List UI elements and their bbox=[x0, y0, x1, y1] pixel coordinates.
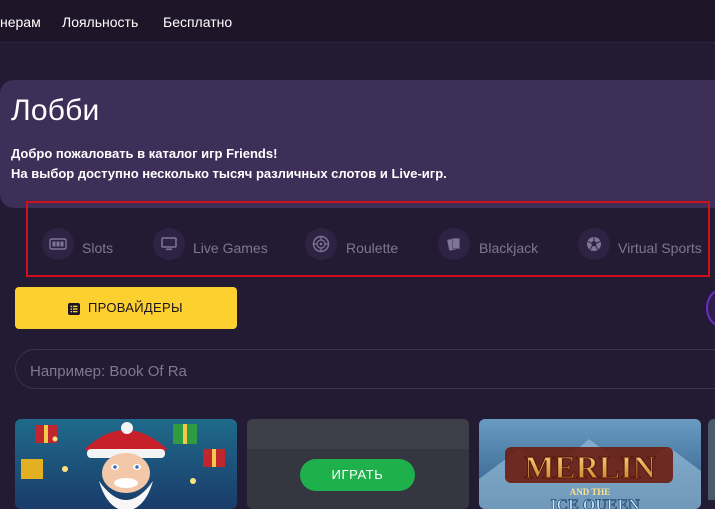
search-box bbox=[15, 349, 715, 389]
catalog-description: На выбор доступно несколько тысяч различ… bbox=[11, 166, 447, 181]
merlin-logo-queen: ICE QUEEN bbox=[550, 497, 640, 509]
merlin-game-artwork: MERLIN AND THE ICE QUEEN bbox=[479, 419, 701, 509]
nav-link-partners[interactable]: нерам bbox=[0, 14, 41, 30]
providers-label: ПРОВАЙДЕРЫ bbox=[88, 300, 183, 315]
next-game-tile-edge[interactable] bbox=[708, 419, 715, 500]
top-navigation: нерам Лояльность Бесплатно bbox=[0, 0, 715, 43]
play-button[interactable]: ИГРАТЬ bbox=[300, 459, 415, 491]
game-tile-merlin[interactable]: MERLIN AND THE ICE QUEEN bbox=[479, 419, 701, 509]
merlin-logo-title: MERLIN bbox=[524, 449, 656, 485]
santa-game-artwork bbox=[15, 419, 237, 509]
highlight-frame bbox=[26, 201, 710, 277]
search-input[interactable] bbox=[28, 359, 692, 383]
merlin-logo-sub: AND THE bbox=[570, 487, 611, 497]
providers-button[interactable]: ПРОВАЙДЕРЫ bbox=[15, 287, 237, 329]
filter-toggle-button[interactable] bbox=[706, 289, 715, 327]
list-icon bbox=[68, 302, 80, 315]
welcome-text: Добро пожаловать в каталог игр Friends! bbox=[11, 146, 278, 161]
lobby-banner: Лобби Добро пожаловать в каталог игр Fri… bbox=[0, 80, 715, 208]
nav-link-free[interactable]: Бесплатно bbox=[163, 14, 232, 30]
nav-link-loyalty[interactable]: Лояльность bbox=[62, 14, 138, 30]
game-tile-santa[interactable] bbox=[15, 419, 237, 509]
page-title: Лобби bbox=[11, 94, 100, 127]
